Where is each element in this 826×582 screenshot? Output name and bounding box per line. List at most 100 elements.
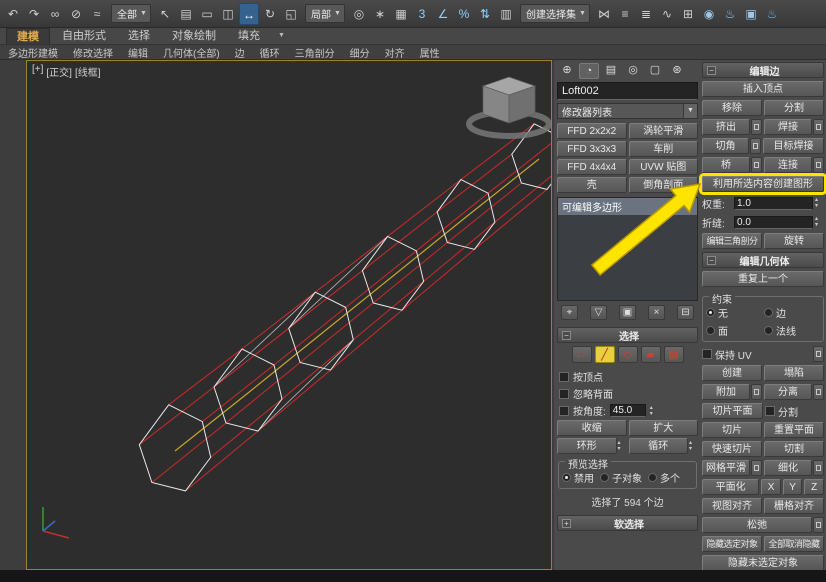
preview-subobject-radio[interactable]: 子对象	[600, 470, 642, 485]
msmooth-button[interactable]: 网格平滑	[702, 460, 750, 476]
hierarchy-tab[interactable]: ▤	[601, 63, 621, 79]
select-and-move-icon[interactable]: ↔	[239, 3, 259, 25]
select-and-scale-icon[interactable]: ◱	[281, 3, 301, 25]
bridge-button[interactable]: 桥	[702, 157, 750, 173]
target-weld-button[interactable]: 目标焊接	[763, 138, 824, 154]
bind-to-space-warp-icon[interactable]: ≈	[87, 3, 107, 25]
motion-tab[interactable]: ◎	[623, 63, 643, 79]
ribbon-panel-geometry-all[interactable]: 几何体(全部)	[163, 45, 220, 60]
stack-item-editable-poly[interactable]: 可编辑多边形 ✎	[558, 198, 697, 215]
render-setup-icon[interactable]: ♨	[720, 3, 740, 25]
create-tab[interactable]: ⊕	[557, 63, 577, 79]
extrude-settings-button[interactable]	[751, 119, 762, 135]
ribbon-tab-object-paint[interactable]: 对象绘制	[162, 28, 226, 44]
tessellate-settings-button[interactable]	[813, 460, 824, 476]
slice-plane-button[interactable]: 切片平面	[702, 403, 763, 419]
modifier-list-dropdown[interactable]: 修改器列表 ▼	[557, 103, 698, 119]
create-button[interactable]: 创建	[702, 365, 762, 381]
reference-coordinate-dropdown[interactable]: 局部▼	[305, 4, 345, 23]
loop-button[interactable]: 循环	[629, 438, 689, 454]
ribbon-tab-populate[interactable]: 填充	[228, 28, 270, 44]
weight-field[interactable]: 1.0	[734, 197, 813, 210]
crease-field[interactable]: 0.0	[734, 216, 813, 229]
constraint-normal-radio[interactable]: 法线	[764, 323, 820, 338]
snaps-toggle-icon[interactable]: 3	[412, 3, 432, 25]
by-vertex-checkbox[interactable]: 按顶点	[559, 369, 696, 384]
chamfer-button[interactable]: 切角	[702, 138, 749, 154]
curve-editor-icon[interactable]: ∿	[657, 3, 677, 25]
edit-geometry-rollout-header[interactable]: − 编辑几何体	[702, 252, 824, 268]
ribbon-panel-triangulation[interactable]: 三角剖分	[295, 45, 335, 60]
chamfer-settings-button[interactable]	[750, 138, 761, 154]
reset-plane-button[interactable]: 重置平面	[764, 422, 824, 438]
modifier-set-button[interactable]: FFD 2x2x2	[557, 123, 627, 139]
material-editor-icon[interactable]: ◉	[699, 3, 719, 25]
soft-selection-rollout-header[interactable]: + 软选择	[557, 515, 698, 531]
modify-tab[interactable]: ◔	[579, 63, 599, 79]
schematic-view-icon[interactable]: ⊞	[678, 3, 698, 25]
subobject-vertex-icon[interactable]: ∷	[572, 346, 592, 363]
subobject-element-icon[interactable]: ▩	[664, 346, 684, 363]
loop-spinner[interactable]: ▴▾	[689, 440, 698, 452]
detach-settings-button[interactable]	[813, 384, 824, 400]
ribbon-tab-freeform[interactable]: 自由形式	[52, 28, 116, 44]
ribbon-tab-selection[interactable]: 选择	[118, 28, 160, 44]
chevron-down-icon[interactable]: ▼	[272, 28, 291, 44]
edit-named-selections-icon[interactable]: ▥	[496, 3, 516, 25]
modifier-stack[interactable]: 可编辑多边形 ✎	[557, 197, 698, 301]
quickslice-button[interactable]: 快速切片	[702, 441, 762, 457]
extrude-button[interactable]: 挤出	[702, 119, 750, 135]
preview-disable-radio[interactable]: 禁用	[562, 470, 594, 485]
modifier-set-button[interactable]: FFD 4x4x4	[557, 159, 627, 175]
modifier-set-button[interactable]: 涡轮平滑	[629, 123, 699, 139]
ribbon-panel-align[interactable]: 对齐	[385, 45, 405, 60]
collapse-button[interactable]: 塌陷	[764, 365, 824, 381]
align-icon[interactable]: ≡	[615, 3, 635, 25]
relax-settings-button[interactable]	[813, 517, 824, 533]
ribbon-panel-loops[interactable]: 循环	[260, 45, 280, 60]
split-button[interactable]: 分割	[764, 100, 824, 116]
selection-region-icon[interactable]: ▭	[197, 3, 217, 25]
subobject-polygon-icon[interactable]: ▰	[641, 346, 661, 363]
select-and-link-icon[interactable]: ∞	[45, 3, 65, 25]
ribbon-panel-edge[interactable]: 边	[235, 45, 245, 60]
make-unique-icon[interactable]: ▣	[619, 305, 636, 320]
rendered-frame-icon[interactable]: ▣	[741, 3, 761, 25]
display-tab[interactable]: ▢	[645, 63, 665, 79]
ribbon-tab-modeling[interactable]: 建模	[6, 28, 50, 44]
repeat-last-button[interactable]: 重复上一个	[702, 271, 824, 287]
undo-icon[interactable]: ↶	[3, 3, 23, 25]
ribbon-panel-modify-selection[interactable]: 修改选择	[73, 45, 113, 60]
relax-button[interactable]: 松弛	[702, 517, 812, 533]
turn-button[interactable]: 旋转	[764, 233, 824, 249]
viewport[interactable]: [+] [正交] [线框]	[26, 60, 552, 570]
msmooth-settings-button[interactable]	[751, 460, 762, 476]
weight-spinner[interactable]: ▴▾	[815, 197, 824, 209]
object-name-field[interactable]	[557, 82, 698, 100]
viewport-scene[interactable]	[27, 61, 551, 569]
use-center-icon[interactable]: ◎	[349, 3, 369, 25]
subobject-edge-icon[interactable]: ╱	[595, 346, 615, 363]
preview-multiple-radio[interactable]: 多个	[648, 470, 680, 485]
view-align-button[interactable]: 视图对齐	[702, 498, 762, 514]
ribbon-panel-edit[interactable]: 编辑	[128, 45, 148, 60]
configure-modifier-sets-icon[interactable]: ⊟	[677, 305, 694, 320]
make-planar-button[interactable]: 平面化	[702, 479, 759, 495]
unhide-all-button[interactable]: 全部取消隐藏	[764, 536, 824, 552]
constraint-edge-radio[interactable]: 边	[764, 305, 820, 320]
window-crossing-icon[interactable]: ◫	[218, 3, 238, 25]
weld-button[interactable]: 焊接	[764, 119, 812, 135]
viewport-menu-shading[interactable]: [线框]	[75, 64, 101, 79]
remove-button[interactable]: 移除	[702, 100, 762, 116]
ribbon-panel-properties[interactable]: 属性	[420, 45, 440, 60]
spinner-snap-icon[interactable]: ⇅	[475, 3, 495, 25]
shrink-button[interactable]: 收缩	[557, 420, 627, 436]
detach-button[interactable]: 分离	[764, 384, 812, 400]
split-toggle-checkbox[interactable]: 分割	[765, 404, 824, 419]
crease-spinner[interactable]: ▴▾	[815, 216, 824, 228]
grow-button[interactable]: 扩大	[629, 420, 699, 436]
selection-rollout-header[interactable]: − 选择	[557, 327, 698, 343]
slice-button[interactable]: 切片	[702, 422, 762, 438]
keyboard-override-icon[interactable]: ▦	[391, 3, 411, 25]
render-production-icon[interactable]: ♨	[762, 3, 782, 25]
